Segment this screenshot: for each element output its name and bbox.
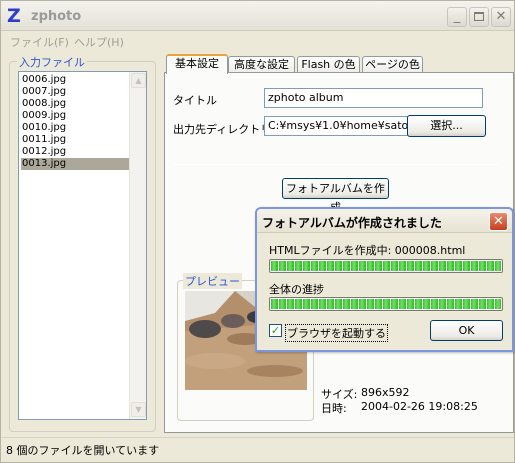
input-files-legend: 入力ファイル: [17, 54, 87, 70]
checkmark-icon: ✓: [270, 324, 281, 337]
file-list[interactable]: 0006.jpg 0007.jpg 0008.jpg 0009.jpg 0010…: [18, 71, 147, 420]
dialog-title: フォトアルバムが作成されました: [262, 216, 442, 230]
title-bar[interactable]: Z zphoto _ ✕: [1, 1, 514, 31]
minimize-icon: _: [453, 9, 461, 24]
launch-browser-checkbox[interactable]: ✓: [269, 324, 282, 337]
list-item[interactable]: 0008.jpg: [21, 98, 66, 110]
create-album-button[interactable]: フォトアルバムを作成: [282, 178, 389, 214]
html-progress-label: HTMLファイルを作成中: 000008.html: [269, 244, 466, 257]
dialog-close-button[interactable]: ✕: [489, 212, 508, 231]
file-list-scrollbar[interactable]: ▲ ▼: [129, 72, 146, 419]
preview-legend: プレビュー: [183, 273, 242, 289]
menu-file[interactable]: ファイル(F): [10, 34, 69, 50]
maximize-icon: [474, 12, 484, 21]
menu-help[interactable]: ヘルプ(H): [74, 34, 124, 50]
maximize-button[interactable]: [469, 7, 489, 27]
list-item-selected[interactable]: 0013.jpg: [21, 158, 129, 170]
window-title: zphoto: [31, 9, 82, 24]
scroll-up-icon[interactable]: ▲: [131, 73, 146, 88]
status-bar: 8 個のファイルを開いています: [1, 437, 514, 463]
html-progress-fill: [271, 261, 501, 271]
divider: [173, 164, 499, 165]
album-created-dialog: フォトアルバムが作成されました ✕ HTMLファイルを作成中: 000008.h…: [255, 207, 514, 352]
list-item[interactable]: 0012.jpg: [21, 146, 66, 158]
date-value: 2004-02-26 19:08:25: [361, 400, 478, 413]
scroll-down-icon[interactable]: ▼: [131, 402, 146, 417]
size-value: 896x592: [361, 386, 410, 399]
app-logo-icon: Z: [7, 5, 21, 27]
total-progress-label: 全体の進捗: [269, 283, 324, 296]
tab-basic-settings[interactable]: 基本設定: [166, 54, 228, 74]
output-dir-label: 出力先ディレクトリ: [173, 123, 272, 136]
list-item[interactable]: 0007.jpg: [21, 86, 66, 98]
date-label: 日時:: [321, 402, 347, 415]
status-text: 8 個のファイルを開いています: [6, 444, 160, 457]
output-dir-input[interactable]: C:¥msys¥1.0¥home¥satoru¥: [264, 116, 408, 136]
title-input[interactable]: zphoto album: [264, 88, 483, 108]
dialog-title-bar[interactable]: フォトアルバムが作成されました ✕: [257, 209, 512, 233]
close-button[interactable]: ✕: [491, 7, 511, 27]
close-icon: ✕: [493, 214, 504, 229]
list-item[interactable]: 0010.jpg: [21, 122, 66, 134]
html-progress-bar: [269, 259, 503, 273]
select-dir-button[interactable]: 選択...: [407, 115, 486, 137]
close-icon: ✕: [495, 9, 507, 24]
list-item[interactable]: 0006.jpg: [21, 74, 66, 86]
list-item[interactable]: 0009.jpg: [21, 110, 66, 122]
minimize-button[interactable]: _: [447, 7, 467, 27]
total-progress-fill: [271, 299, 501, 309]
list-item[interactable]: 0011.jpg: [21, 134, 66, 146]
title-label: タイトル: [173, 94, 217, 107]
total-progress-bar: [269, 297, 503, 311]
ok-button[interactable]: OK: [430, 320, 503, 341]
launch-browser-label[interactable]: ブラウザを起動する: [285, 324, 388, 342]
menu-bar: ファイル(F) ヘルプ(H): [1, 32, 514, 50]
